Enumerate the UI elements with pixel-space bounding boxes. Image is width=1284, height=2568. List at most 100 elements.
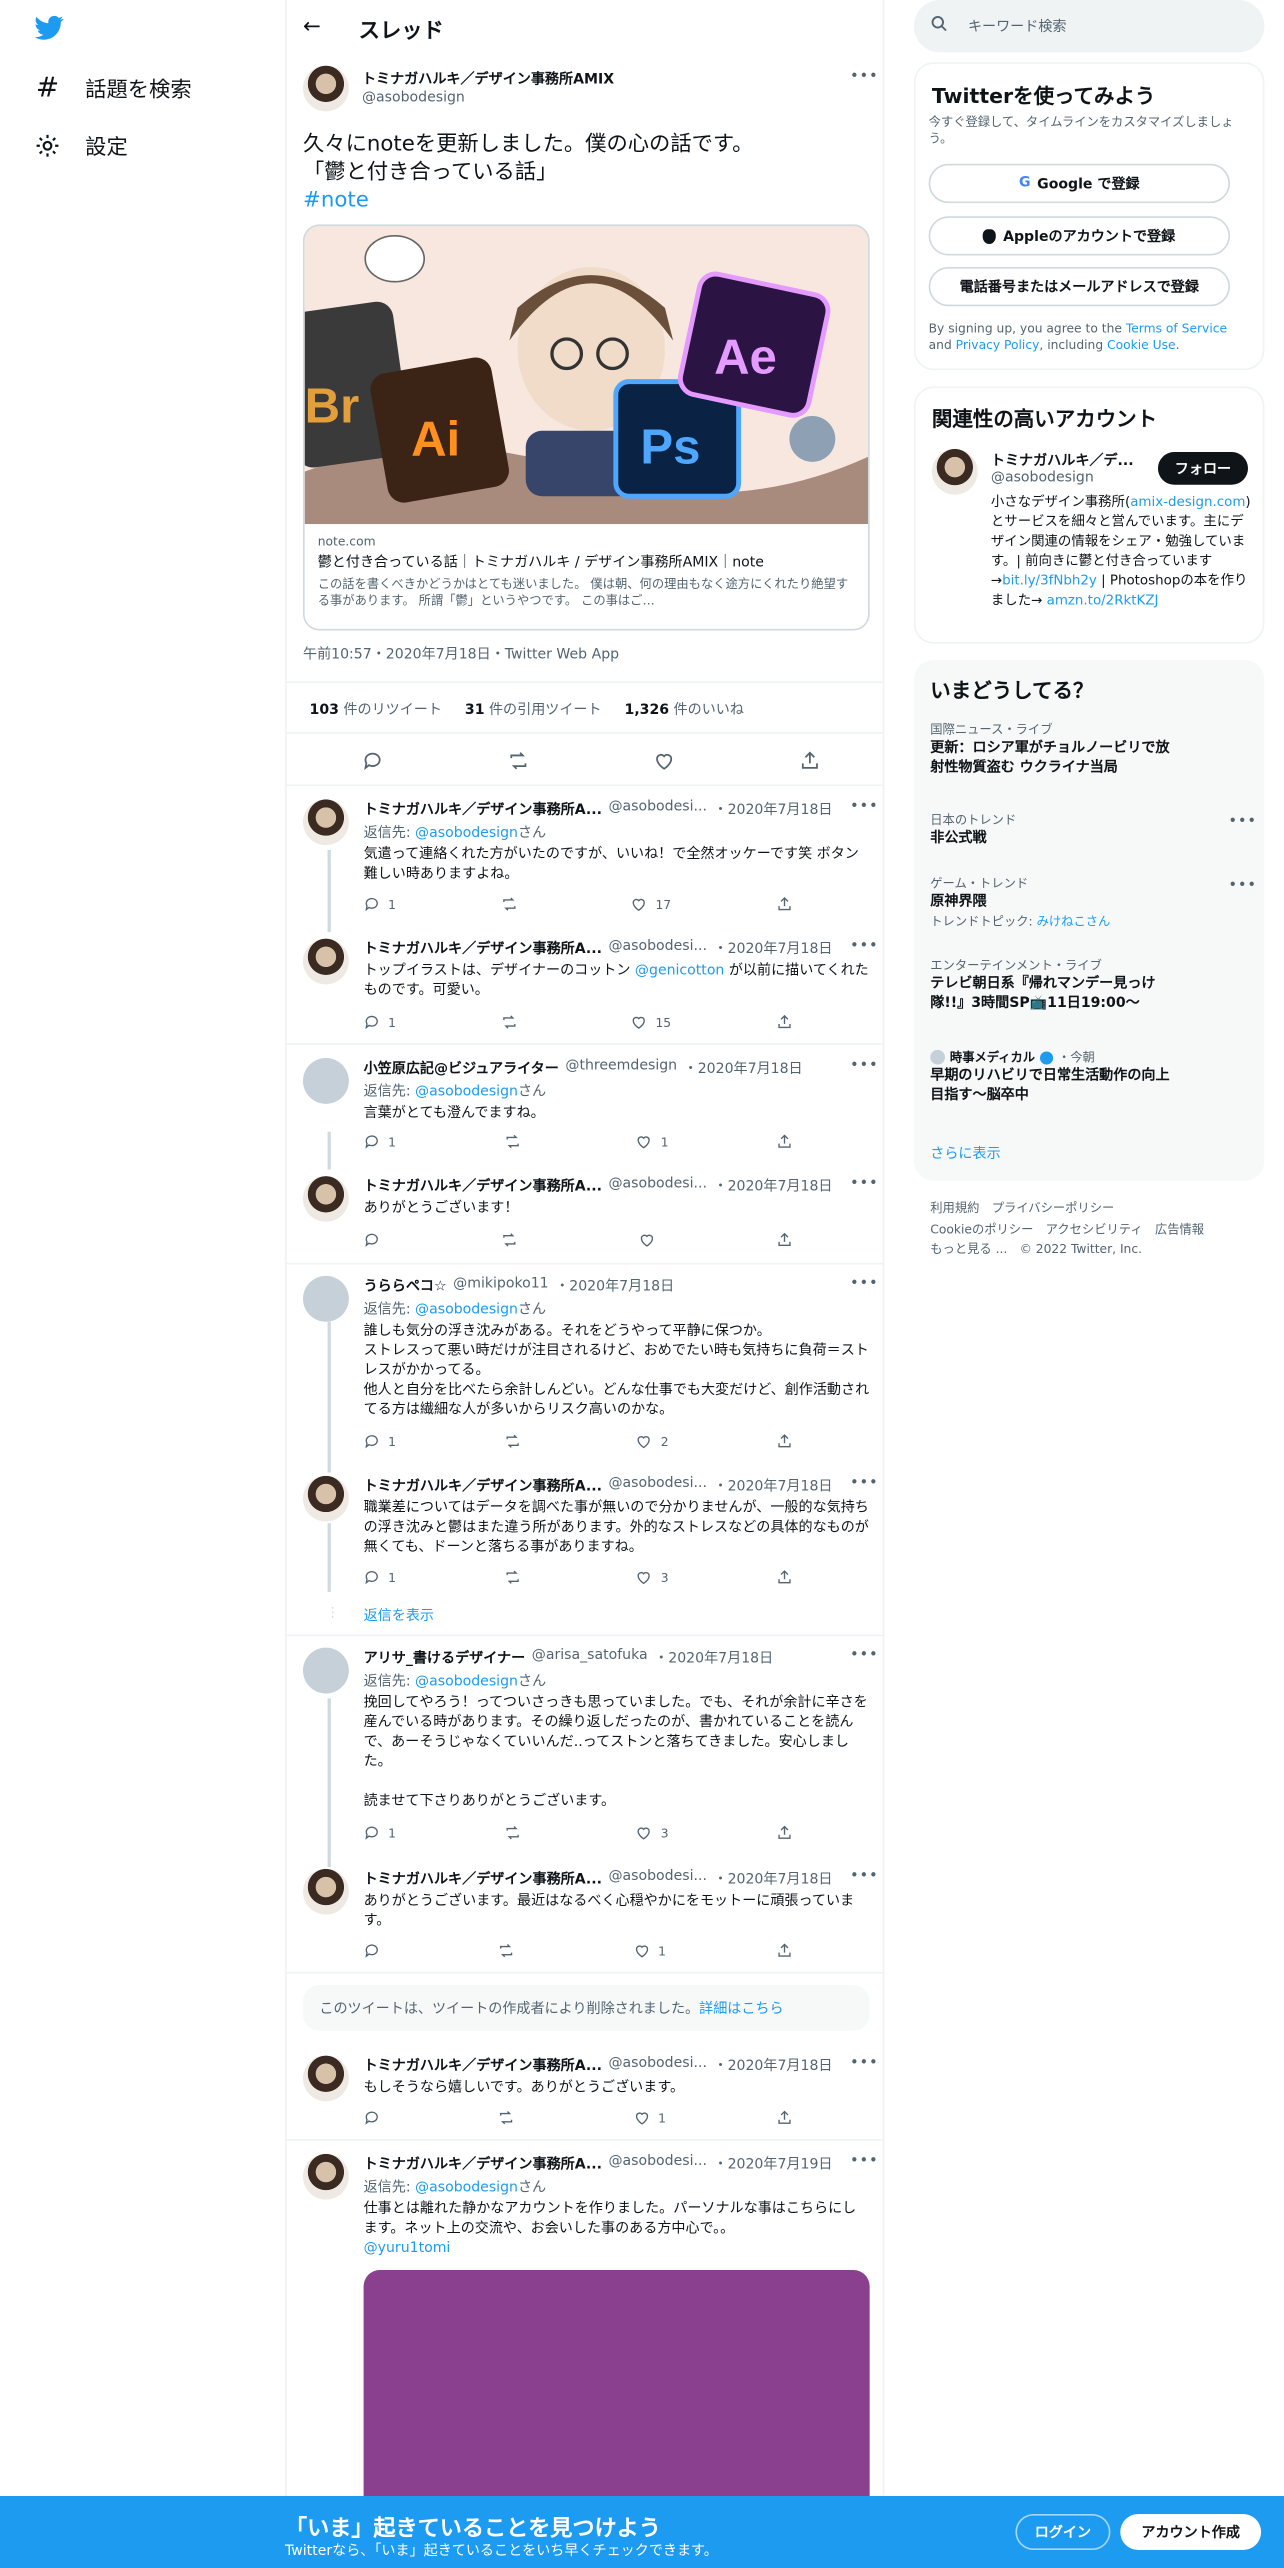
footer-terms[interactable]: 利用規約 [930,1201,979,1216]
more-icon[interactable]: ••• [850,1476,879,1492]
reply-to-link[interactable]: @asobodesign [415,2180,518,2196]
nav-explore[interactable]: # 話題を検索 [33,71,192,104]
like-icon[interactable] [653,750,674,771]
retweet-icon[interactable] [508,750,529,771]
reply-button[interactable]: 1 [364,1433,396,1449]
author-name[interactable]: トミナガハルキ／デザイン事務所A... [364,2154,602,2173]
avatar[interactable] [302,1647,349,1694]
terms-link[interactable]: Terms of Service [1126,321,1227,336]
author-handle[interactable]: @arisa_satofuka [532,1648,648,1668]
reply-to-link[interactable]: @asobodesign [415,1302,518,1318]
hashtag-link[interactable]: #note [303,188,369,213]
more-icon[interactable]: ••• [850,1276,879,1292]
avatar[interactable] [302,2153,349,2200]
like-button[interactable]: 3 [636,1569,669,1585]
show-more-link[interactable]: さらに表示 [930,1145,1000,1165]
reply-button[interactable] [364,1942,389,1958]
tweet-date[interactable]: ・2020年7月18日 [713,1476,832,1495]
related-handle[interactable]: @asobodesign [991,470,1094,486]
more-icon[interactable]: ••• [850,799,879,815]
apple-signup-button[interactable]: Appleのアカウントで登録 [928,216,1230,256]
share-button[interactable] [776,1232,792,1248]
like-stat[interactable]: 1,326 件のいいね [625,699,744,719]
reply-to-link[interactable]: @asobodesign [415,1674,518,1690]
reply-button[interactable] [364,1232,389,1248]
bio-link-2[interactable]: bit.ly/3fNbh2y [1002,572,1097,588]
author-name[interactable]: トミナガハルキ／デザイン事務所A... [364,2055,602,2075]
like-button[interactable]: 3 [636,1825,669,1841]
like-button[interactable]: 1 [634,1942,666,1958]
author-handle[interactable]: @asobodesi... [608,1176,706,1196]
related-name[interactable]: トミナガハルキ／デ... [991,450,1147,470]
footer-ads[interactable]: 広告情報 [1155,1221,1204,1236]
share-button[interactable] [776,896,792,912]
retweet-button[interactable] [504,1133,529,1149]
follow-button[interactable]: フォロー [1157,452,1249,485]
more-icon[interactable]: ••• [850,1869,879,1885]
more-icon[interactable]: ••• [850,1648,879,1664]
more-icon[interactable]: ••• [850,2154,879,2170]
create-account-button[interactable]: アカウント作成 [1120,2514,1262,2551]
reply-button[interactable]: 1 [364,1014,396,1030]
share-button[interactable] [776,2109,792,2125]
author-handle[interactable]: @asobodesi... [608,938,706,958]
avatar[interactable] [931,448,978,495]
learn-more-link[interactable]: 詳細はこちら [699,1998,783,2017]
like-button[interactable] [639,1232,664,1248]
nav-settings[interactable]: 設定 [33,129,128,161]
reply-button[interactable]: 1 [364,1825,396,1841]
avatar[interactable] [302,65,349,112]
trend-item[interactable]: 日本のトレンド 非公式戦 [930,811,1225,849]
tweet-timestamp[interactable]: 午前10:57・2020年7月18日・Twitter Web App [303,647,619,663]
tweet-date[interactable]: ・2020年7月18日 [713,1176,832,1195]
avatar[interactable] [302,1275,349,1322]
privacy-link[interactable]: Privacy Policy [956,337,1040,352]
tweet-date[interactable]: ・2020年7月18日 [713,1869,832,1888]
trend-item[interactable]: 時事メディカル ・今朝 早期のリハビリで日常生活動作の向上目指す～脳卒中 [930,1048,1176,1105]
retweet-button[interactable] [499,2109,524,2125]
avatar[interactable] [302,938,349,985]
tweet-date[interactable]: ・2020年7月18日 [555,1276,674,1295]
author-name[interactable]: トミナガハルキ／デザイン事務所A... [364,1176,602,1195]
more-icon[interactable]: ••• [850,938,879,954]
like-button[interactable]: 2 [636,1433,669,1449]
footer-more[interactable]: もっと見る ... [930,1241,1007,1256]
tweet-date[interactable]: ・2020年7月18日 [713,2055,832,2075]
retweet-button[interactable] [504,1825,529,1841]
author-handle[interactable]: @mikipoko11 [453,1276,548,1296]
google-signup-button[interactable]: G Google で登録 [928,163,1230,204]
like-button[interactable]: 1 [636,1133,669,1149]
twitter-logo-icon[interactable] [33,13,66,42]
author-name[interactable]: トミナガハルキ／デザイン事務所A... [364,1476,602,1495]
more-icon[interactable]: ••• [850,69,879,85]
search-input[interactable]: キーワード検索 [913,0,1265,53]
share-button[interactable] [776,1942,792,1958]
tweet-date[interactable]: ・2020年7月18日 [713,938,832,958]
author-name[interactable]: アリサ_書けるデザイナー [364,1648,526,1667]
retweet-button[interactable] [501,896,526,912]
like-button[interactable]: 15 [631,1014,671,1030]
author-name[interactable]: トミナガハルキ／デザイン事務所A... [364,1869,602,1888]
share-button[interactable] [776,1014,792,1030]
more-icon[interactable]: ••• [850,1176,879,1192]
author-handle[interactable]: @asobodesign [362,90,465,106]
trend-item[interactable]: 国際ニュース・ライブ 更新：ロシア軍がチョルノービリで放射性物質盗む ウクライナ… [930,721,1176,778]
retweet-button[interactable] [504,1569,529,1585]
retweet-button[interactable] [504,1433,529,1449]
footer-cookie[interactable]: Cookieのポリシー [930,1221,1033,1236]
link-card[interactable]: Br Ai Ps Ae note.com 鬱と付き合っている話｜トミナガハルキ … [302,224,870,631]
mention-link[interactable]: @genicotton [635,963,724,979]
author-name[interactable]: トミナガハルキ／デザイン事務所AMIX [362,69,614,88]
share-button[interactable] [776,1825,792,1841]
avatar[interactable] [302,799,349,846]
tweet-date[interactable]: ・2020年7月19日 [713,2154,832,2173]
back-arrow-icon[interactable]: ← [303,15,321,40]
reply-button[interactable]: 1 [364,1133,396,1149]
show-replies-link[interactable]: 返信を表示 [364,1607,434,1627]
phone-email-signup-button[interactable]: 電話番号またはメールアドレスで登録 [928,266,1230,307]
more-icon[interactable]: ••• [1228,814,1257,830]
author-handle[interactable]: @asobodesi... [608,799,706,819]
author-name[interactable]: 小笠原広記@ビジュアライター [364,1058,559,1077]
trend-item[interactable]: エンターテインメント・ライブ テレビ朝日系『帰れマンデー見っけ隊!!』3時間SP… [930,956,1176,1013]
footer-accessibility[interactable]: アクセシビリティ [1046,1221,1143,1236]
